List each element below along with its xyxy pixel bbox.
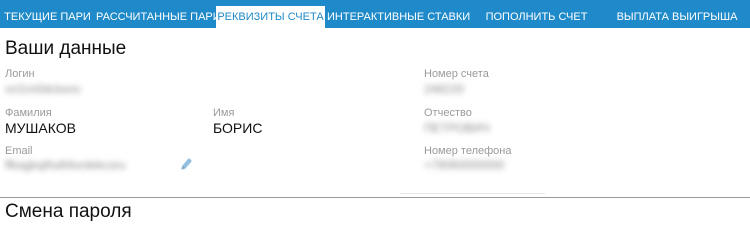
tab-top-up[interactable]: ПОПОЛНИТЬ СЧЕТ bbox=[472, 6, 601, 28]
last-name-value: МУШАКОВ bbox=[5, 120, 76, 136]
login-label: Логин bbox=[5, 68, 35, 80]
email-value: ffkagkqtfsdhfurdekcsru bbox=[5, 158, 126, 172]
tab-bar: ТЕКУЩИЕ ПАРИ РАССЧИТАННЫЕ ПАРИ РЕКВИЗИТЫ… bbox=[0, 0, 750, 28]
pencil-icon[interactable] bbox=[180, 157, 192, 171]
phone-label: Номер телефона bbox=[424, 145, 512, 157]
tab-current-bets[interactable]: ТЕКУЩИЕ ПАРИ bbox=[0, 6, 95, 28]
phone-value: +79060000000 bbox=[424, 158, 505, 172]
tab-live-bets[interactable]: ИНТЕРАКТИВНЫЕ СТАВКИ bbox=[327, 6, 470, 28]
last-name-label: Фамилия bbox=[5, 107, 52, 119]
tab-settled-bets[interactable]: РАССЧИТАННЫЕ ПАРИ bbox=[96, 6, 221, 28]
patronymic-label: Отчество bbox=[424, 107, 472, 119]
first-name-label: Имя bbox=[213, 107, 235, 119]
first-name-value: БОРИС bbox=[213, 120, 263, 136]
login-value: vcl1m0dcbsnc bbox=[5, 82, 82, 96]
tab-withdraw[interactable]: ВЫПЛАТА ВЫИГРЫША bbox=[604, 6, 750, 28]
account-number-value: 248220 bbox=[424, 82, 465, 96]
email-label: Email bbox=[5, 145, 33, 157]
tab-account-details[interactable]: РЕКВИЗИТЫ СЧЕТА bbox=[216, 6, 325, 28]
profile-section-title: Ваши данные bbox=[5, 38, 127, 59]
field-underline bbox=[400, 193, 545, 194]
patronymic-value: ПЕТРОВИЧ bbox=[424, 121, 490, 135]
account-number-label: Номер счета bbox=[424, 68, 489, 80]
password-section-title: Смена пароля bbox=[5, 201, 132, 222]
section-divider bbox=[0, 197, 750, 198]
